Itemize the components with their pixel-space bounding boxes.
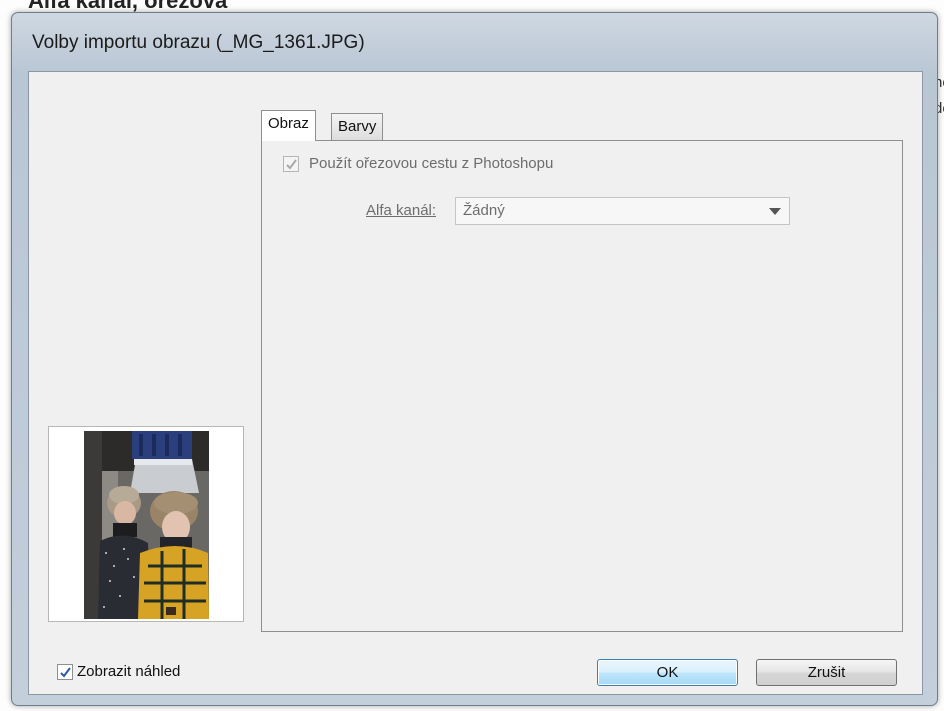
tab-barvy[interactable]: Barvy	[331, 113, 384, 141]
preview-image	[84, 431, 209, 619]
alpha-channel-value: Žádný	[463, 202, 505, 219]
cancel-button[interactable]: Zrušit	[756, 659, 897, 686]
tab-obraz[interactable]: Obraz	[261, 110, 316, 141]
dialog-title: Volby importu obrazu (_MG_1361.JPG)	[32, 32, 365, 53]
preview-box	[48, 426, 244, 622]
checkmark-icon	[285, 158, 297, 170]
show-preview-label: Zobrazit náhled	[77, 663, 181, 680]
dialog-client-area: Obraz Barvy Použít ořezovou cestu z Phot…	[28, 71, 923, 695]
alpha-channel-label: Alfa kanál:	[366, 202, 437, 219]
checkmark-icon	[59, 666, 71, 678]
show-preview-checkbox[interactable]	[57, 664, 73, 680]
import-options-dialog: Volby importu obrazu (_MG_1361.JPG) Obra…	[11, 12, 938, 706]
alpha-channel-select[interactable]: Žádný	[455, 197, 790, 225]
clipping-path-label: Použít ořezovou cestu z Photoshopu	[309, 155, 554, 172]
chevron-down-icon	[769, 208, 781, 215]
ok-button[interactable]: OK	[597, 659, 738, 686]
clipping-path-checkbox[interactable]	[283, 156, 299, 172]
dialog-titlebar[interactable]: Volby importu obrazu (_MG_1361.JPG)	[12, 13, 937, 71]
